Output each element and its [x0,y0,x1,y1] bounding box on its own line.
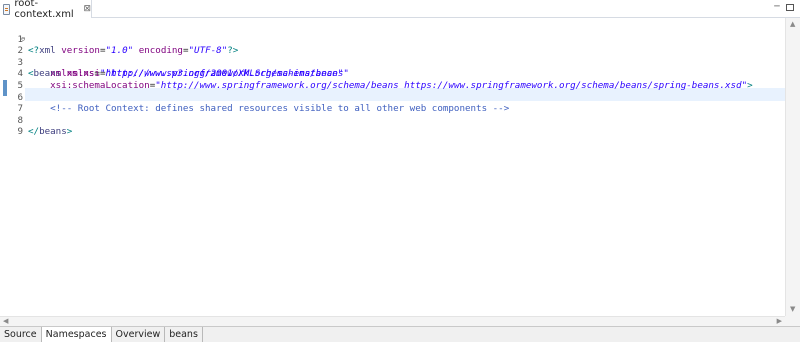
xml-file-icon [3,3,11,15]
xml-tag: beans [39,126,67,138]
scrollbar-corner [785,316,800,326]
code-line-4[interactable]: 4 xsi:schemaLocation="http://www.springf… [0,57,752,91]
editor-page-tabs: Source Namespaces Overview beans [0,326,800,342]
scroll-right-icon[interactable]: ▶ [777,318,782,325]
tab-namespaces[interactable]: Namespaces [41,327,112,342]
xml-value: "1.0" [105,45,134,57]
editor-tab-bar: root-context.xml ⊠ ─ [0,0,800,20]
vertical-scrollbar[interactable]: ▲ ▼ [785,18,800,316]
scroll-down-icon[interactable]: ▼ [790,306,795,313]
code-line-1[interactable]: 1 <?xml version="1.0" encoding="UTF-8"?> [0,22,238,57]
xml-punct: > [747,79,753,91]
code-line-5[interactable]: 5 [0,68,33,91]
line-number: 9 [17,126,23,138]
window-controls: ─ [772,3,794,13]
xml-tag: xml [39,45,56,57]
xml-attr: version [55,45,100,57]
code-line-9[interactable]: 9 [0,115,33,137]
xml-value: "http://www.springframework.org/schema/b… [155,79,748,91]
editor-tab-label: root-context.xml [14,0,74,20]
code-line-2[interactable]: 2 ⊖ <beans xmlns="http://www.springframe… [0,34,348,80]
code-line-7[interactable]: 7 [0,92,33,114]
horizontal-scrollbar[interactable]: ◀ ▶ [0,316,785,326]
scroll-left-icon[interactable]: ◀ [3,318,8,325]
xml-attr: encoding [133,45,183,57]
xml-value: "http://www.w3.org/2001/XMLSchema-instan… [105,68,344,80]
close-icon[interactable]: ⊠ [83,4,91,14]
line-content: xmlns:xsi="http://www.w3.org/2001/XMLSch… [28,68,343,80]
maximize-icon[interactable] [786,4,794,11]
xml-value: "UTF-8" [188,45,228,57]
editor-tab-root-context[interactable]: root-context.xml ⊠ [0,0,92,20]
xml-punct: ?> [227,45,239,57]
line-content: <?xml version="1.0" encoding="UTF-8"?> [28,45,238,57]
xml-attr: xmlns:xsi [50,68,100,80]
minimize-icon[interactable]: ─ [772,3,782,13]
line-content: </beans> [28,126,72,138]
code-lines: 1 <?xml version="1.0" encoding="UTF-8"?>… [0,22,752,138]
xml-attr: xsi:schemaLocation [50,79,150,91]
scroll-up-icon[interactable]: ▲ [790,21,795,28]
tab-beans[interactable]: beans [165,327,203,342]
code-line-6[interactable]: 6 <!-- Root Context: defines shared reso… [0,80,509,115]
code-line-8[interactable]: 8 </beans> [0,103,72,138]
xml-comment: <!-- Root Context: defines shared resour… [50,103,510,115]
code-line-3[interactable]: 3 xmlns:xsi="http://www.w3.org/2001/XMLS… [0,45,343,80]
line-content: xsi:schemaLocation="http://www.springfra… [28,80,753,92]
xml-punct: > [66,126,73,138]
tab-overview[interactable]: Overview [111,327,166,342]
xml-source-editor[interactable]: 1 <?xml version="1.0" encoding="UTF-8"?>… [0,18,785,316]
tab-source[interactable]: Source [0,327,42,342]
fold-collapse-icon[interactable]: ⊖ [21,34,25,46]
line-content: <!-- Root Context: defines shared resour… [28,103,509,115]
